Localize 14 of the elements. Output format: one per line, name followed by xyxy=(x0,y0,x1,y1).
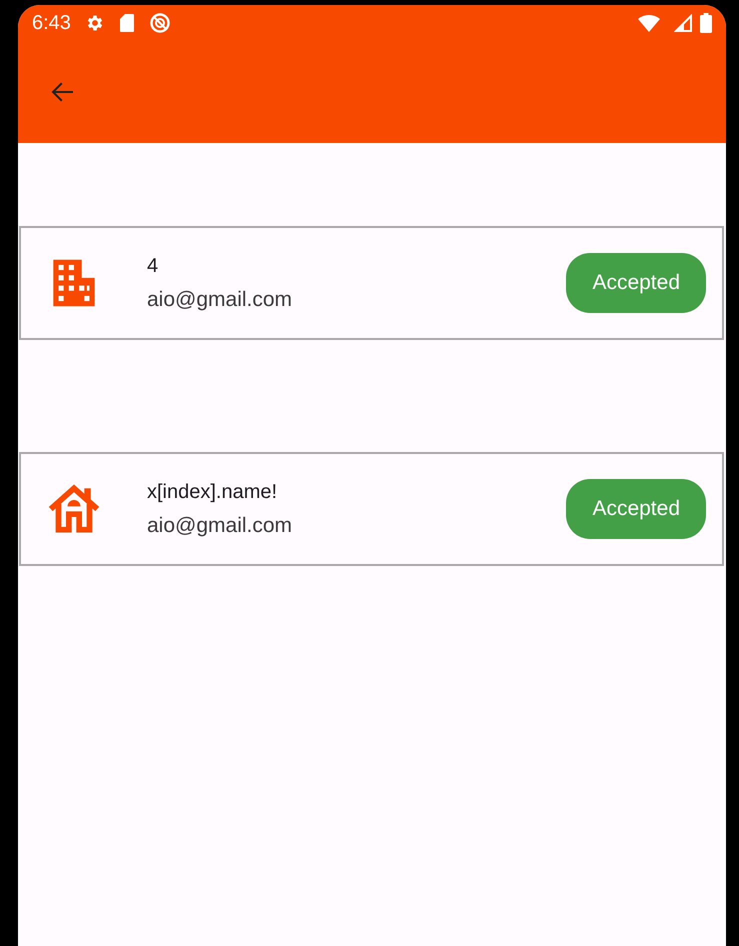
status-badge: Accepted xyxy=(566,253,706,313)
item-title: 4 xyxy=(147,254,160,278)
list-card[interactable]: 4 aio@gmail.com Accepted xyxy=(19,226,724,340)
status-badge: Accepted xyxy=(566,479,706,539)
sd-card-icon xyxy=(118,13,135,33)
signal-icon xyxy=(674,14,692,32)
item-title: x[index].name! xyxy=(147,480,278,504)
status-time: 6:43 xyxy=(32,12,71,34)
wifi-icon xyxy=(638,14,660,32)
list-card[interactable]: x[index].name! aio@gmail.com Accepted xyxy=(19,452,724,566)
battery-icon xyxy=(700,13,712,33)
item-email: aio@gmail.com xyxy=(147,514,294,538)
sync-disabled-icon xyxy=(148,12,171,34)
item-email: aio@gmail.com xyxy=(147,288,294,312)
